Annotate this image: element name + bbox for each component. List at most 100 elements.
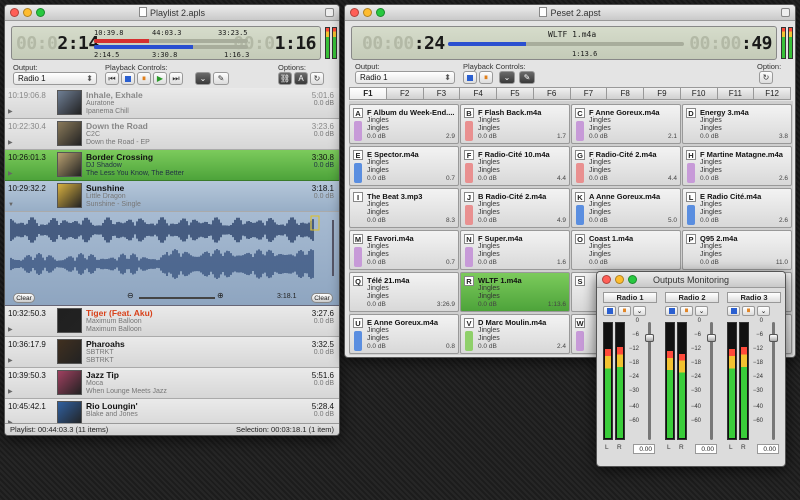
- cart-b[interactable]: BF Flash Back.m4a Jingles Jingles 0.0 dB 1.7: [460, 104, 570, 144]
- link-icon[interactable]: ⛓: [278, 72, 292, 85]
- play-indicator-icon[interactable]: ▶: [8, 388, 13, 395]
- chevron-down-icon[interactable]: ⌄: [757, 306, 770, 316]
- pause-button[interactable]: ⏸: [137, 72, 151, 85]
- cart-g[interactable]: GF Radio-Cité 2.m4a Jingles Jingles 0.0 dB 4…: [571, 146, 681, 186]
- volume-slider[interactable]: [332, 220, 334, 276]
- cart-j[interactable]: JB Radio-Cité 2.m4a Jingles Jingles 0.0 dB 4…: [460, 188, 570, 228]
- playlist-row[interactable]: 10:36:17.9 Pharoahs SBTRKT SBTRKT 3:32.5 0.0 …: [5, 337, 339, 368]
- skip-back-icon[interactable]: ⏮: [105, 72, 119, 85]
- output-pause-button[interactable]: ⏸: [742, 306, 755, 316]
- output-gain-value[interactable]: 0.00: [757, 444, 779, 454]
- clear-left-button[interactable]: Clear: [13, 293, 35, 303]
- minimize-icon[interactable]: [23, 8, 32, 17]
- tab-f2[interactable]: F2: [386, 87, 424, 100]
- fader-knob[interactable]: [645, 334, 654, 342]
- cart-q[interactable]: Q Télé 21.m4a Jingles Jingles 0.0 dB 3:26.9: [349, 272, 459, 312]
- output-stop-button[interactable]: [727, 306, 740, 316]
- playlist-row[interactable]: 10:32:50.3 Tiger (Feat. Aku) Maximum Ballo…: [5, 306, 339, 337]
- stop-button[interactable]: [121, 72, 135, 85]
- cart-n[interactable]: NF Super.m4a Jingles Jingles 0.0 dB 1.6: [460, 230, 570, 270]
- broom-icon[interactable]: ✎: [213, 72, 229, 85]
- cart-l[interactable]: LE Radio Cité.m4a Jingles Jingles 0.0 dB 2.6: [682, 188, 792, 228]
- playlist-row[interactable]: 10:22:30.4 Down the Road C2C Down the Road …: [5, 119, 339, 150]
- chevron-down-icon[interactable]: ⌄: [195, 72, 211, 85]
- close-icon[interactable]: [10, 8, 19, 17]
- play-indicator-icon[interactable]: ▶: [8, 108, 13, 115]
- output-gain-value[interactable]: 0.00: [633, 444, 655, 454]
- playlist-titlebar[interactable]: Playlist 2.apls: [5, 5, 339, 21]
- broom-icon[interactable]: ✎: [519, 71, 535, 84]
- play-indicator-icon[interactable]: ▶: [8, 357, 13, 364]
- chevron-down-icon[interactable]: ⌄: [633, 306, 646, 316]
- output-stop-button[interactable]: [603, 306, 616, 316]
- output-pause-button[interactable]: ⏸: [680, 306, 693, 316]
- playlist-row[interactable]: 10:19:06.8 Inhale, Exhale Auratone Ipanema …: [5, 88, 339, 119]
- play-indicator-icon[interactable]: ▶: [8, 139, 13, 146]
- play-indicator-icon[interactable]: ▶: [8, 170, 13, 177]
- cart-m[interactable]: ME Favori.m4a Jingles Jingles 0.0 dB 0.7: [349, 230, 459, 270]
- play-button[interactable]: ▶: [153, 72, 167, 85]
- loop-icon[interactable]: ↻: [759, 71, 773, 84]
- tab-f4[interactable]: F4: [460, 87, 497, 100]
- tab-f8[interactable]: F8: [607, 87, 644, 100]
- cart-u[interactable]: UE Anne Goreux.m4a Jingles Jingles 0.0 dB 0.…: [349, 314, 459, 354]
- skip-forward-icon[interactable]: ⏭: [169, 72, 183, 85]
- cart-stop-button[interactable]: [463, 71, 477, 84]
- maximize-icon[interactable]: [36, 8, 45, 17]
- cart-p[interactable]: P Q95 2.m4a Jingles Jingles 0.0 dB 11.0: [682, 230, 792, 270]
- cart-f[interactable]: FF Radio-Cité 10.m4a Jingles Jingles 0.0 dB…: [460, 146, 570, 186]
- chevron-down-icon[interactable]: ⌄: [695, 306, 708, 316]
- zoom-in-icon[interactable]: ⊕: [217, 291, 224, 300]
- cart-r[interactable]: R WLTF 1.m4a Jingles Jingles 0.0 dB 1:13.6: [460, 272, 570, 312]
- cart-c[interactable]: CF Anne Goreux.m4a Jingles Jingles 0.0 dB 2.…: [571, 104, 681, 144]
- output-select[interactable]: Radio 1: [13, 72, 97, 85]
- cart-a[interactable]: AF Album du Week-End.... Jingles Jingles 0.…: [349, 104, 459, 144]
- fader-knob[interactable]: [769, 334, 778, 342]
- playlist-row[interactable]: 10:29:32.2 Sunshine Little Dragon Sunshine …: [5, 181, 339, 212]
- tab-f9[interactable]: F9: [644, 87, 681, 100]
- loop-icon[interactable]: ↻: [310, 72, 324, 85]
- auto-option-button[interactable]: A: [294, 72, 308, 85]
- chevron-down-icon[interactable]: ⌄: [499, 71, 515, 84]
- toolbar-toggle-icon[interactable]: [325, 8, 334, 17]
- waveform-editor[interactable]: Clear Clear ⊖ ⊕ 3:18.1: [5, 212, 339, 306]
- cart-titlebar[interactable]: Peset 2.apst: [345, 5, 795, 21]
- tab-f6[interactable]: F6: [533, 87, 571, 100]
- tab-f1[interactable]: F1: [349, 87, 387, 100]
- maximize-icon[interactable]: [376, 8, 385, 17]
- minimize-icon[interactable]: [363, 8, 372, 17]
- zoom-slider[interactable]: [139, 297, 215, 299]
- maximize-icon[interactable]: [628, 275, 637, 284]
- cart-v[interactable]: VD Marc Moulin.m4a Jingles Jingles 0.0 dB 2.…: [460, 314, 570, 354]
- cart-pause-button[interactable]: ⏸: [479, 71, 493, 84]
- playlist-row[interactable]: 10:39:50.3 Jazz Tip Moca When Lounge Meets …: [5, 368, 339, 399]
- tab-f5[interactable]: F5: [497, 87, 534, 100]
- expand-icon[interactable]: ▼: [8, 202, 14, 208]
- cue-marker[interactable]: [310, 215, 320, 231]
- cart-output-select[interactable]: Radio 1: [355, 71, 455, 84]
- output-stop-button[interactable]: [665, 306, 678, 316]
- cart-k[interactable]: KA Anne Goreux.m4a Jingles Jingles 0.0 dB 5.…: [571, 188, 681, 228]
- play-indicator-icon[interactable]: ▶: [8, 326, 13, 333]
- zoom-out-icon[interactable]: ⊖: [127, 291, 134, 300]
- cart-h[interactable]: HF Martine Matagne.m4a Jingles Jingles 0.0 …: [682, 146, 792, 186]
- cart-d[interactable]: D Energy 3.m4a Jingles Jingles 0.0 dB 3.8: [682, 104, 792, 144]
- cart-o[interactable]: O Coast 1.m4a Jingles Jingles 0.0 dB: [571, 230, 681, 270]
- tab-f10[interactable]: F10: [680, 87, 718, 100]
- tab-f7[interactable]: F7: [570, 87, 608, 100]
- toolbar-toggle-icon[interactable]: [781, 8, 790, 17]
- close-icon[interactable]: [602, 275, 611, 284]
- playlist-row[interactable]: 10:26:01.3 Border Crossing DJ Shadow The Le…: [5, 150, 339, 181]
- tab-f3[interactable]: F3: [423, 87, 461, 100]
- output-gain-value[interactable]: 0.00: [695, 444, 717, 454]
- minimize-icon[interactable]: [615, 275, 624, 284]
- outputs-titlebar[interactable]: Outputs Monitoring: [597, 272, 785, 288]
- tab-f11[interactable]: F11: [717, 87, 755, 100]
- close-icon[interactable]: [350, 8, 359, 17]
- fader-knob[interactable]: [707, 334, 716, 342]
- output-pause-button[interactable]: ⏸: [618, 306, 631, 316]
- cart-e[interactable]: EE Spector.m4a Jingles Jingles 0.0 dB 0.7: [349, 146, 459, 186]
- clear-right-button[interactable]: Clear: [311, 293, 333, 303]
- cart-i[interactable]: I The Beat 3.mp3 Jingles Jingles 0.0 dB 8.3: [349, 188, 459, 228]
- tab-f12[interactable]: F12: [754, 87, 791, 100]
